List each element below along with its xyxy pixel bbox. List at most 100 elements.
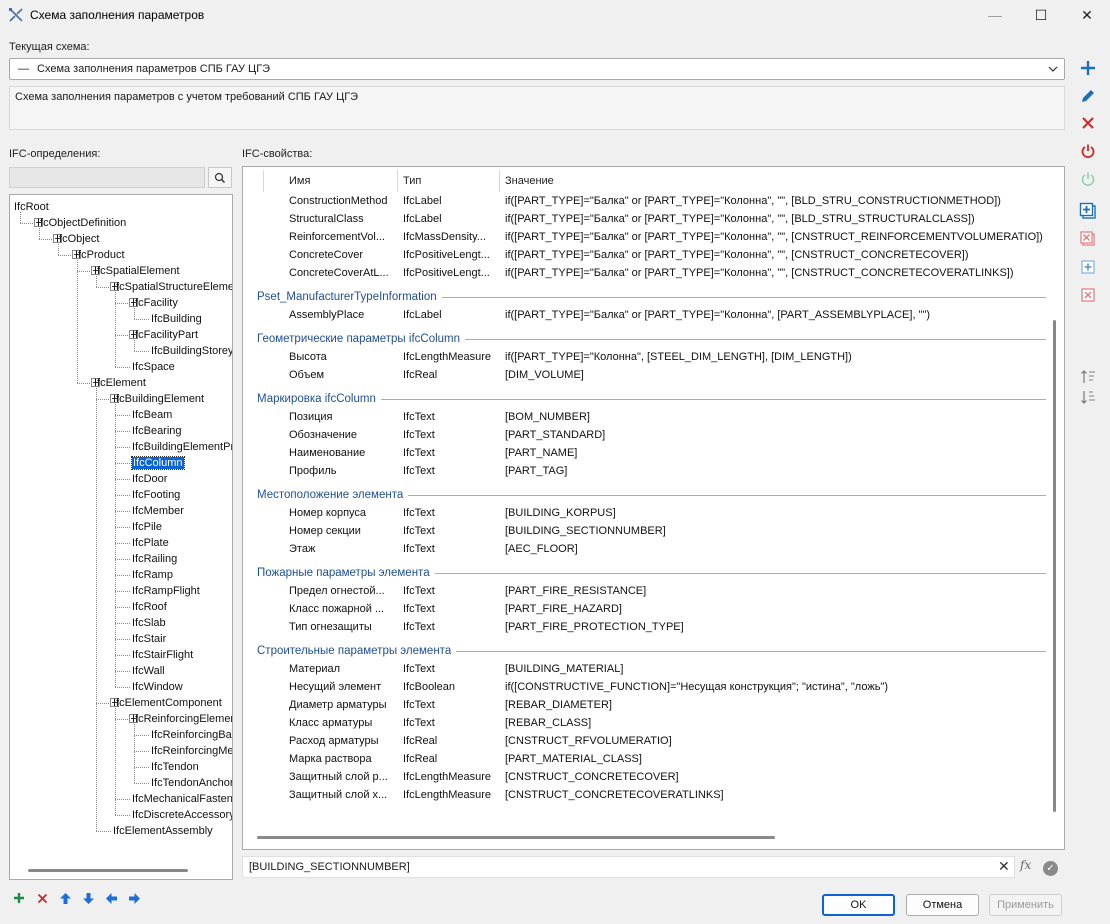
tree-node-ifcbuildingelementproxy[interactable]: IfcBuildingElementProxy — [132, 439, 232, 455]
tree-node-ifcbuildingelement[interactable]: IfcBuildingElement — [113, 391, 204, 407]
property-row[interactable]: Наименование IfcText [PART_NAME] — [243, 444, 1053, 462]
property-row[interactable]: ReinforcementVol... IfcMassDensity... if([… — [243, 228, 1053, 246]
maximize-button[interactable]: ☐ — [1018, 0, 1064, 30]
property-row[interactable]: ConstructionMethod IfcLabel if([PART_TYPE]… — [243, 192, 1053, 210]
move-down-button[interactable] — [80, 890, 96, 906]
sort-descending-button[interactable] — [1077, 386, 1099, 408]
tree-node-ifcfooting[interactable]: IfcFooting — [132, 487, 180, 503]
property-row[interactable]: Номер корпуса IfcText [BUILDING_KORPUS] — [243, 504, 1053, 522]
add-scheme-button[interactable] — [1077, 57, 1099, 79]
tree-node-ifcreinforcingbar[interactable]: IfcReinforcingBar — [151, 727, 232, 743]
close-button[interactable]: ✕ — [1064, 0, 1110, 30]
add-group-button[interactable] — [1077, 200, 1099, 222]
tree-node-ifcslab[interactable]: IfcSlab — [132, 615, 166, 631]
tree-node-ifcramp[interactable]: IfcRamp — [132, 567, 173, 583]
property-group-title[interactable]: Местоположение элемента — [257, 486, 403, 504]
column-header-type[interactable]: Тип — [403, 171, 421, 191]
property-row[interactable]: Защитный слой р... IfcLengthMeasure [CNSTR… — [243, 768, 1053, 786]
scheme-description[interactable]: Схема заполнения параметров с учетом тре… — [9, 86, 1065, 130]
property-row[interactable]: Номер секции IfcText [BUILDING_SECTIONNUMB… — [243, 522, 1053, 540]
move-right-button[interactable] — [126, 890, 142, 906]
properties-horizontal-scrollbar[interactable] — [257, 836, 775, 839]
tree-node-ifcwindow[interactable]: IfcWindow — [132, 679, 183, 695]
check-icon[interactable]: ✓ — [1043, 861, 1058, 876]
tree-node-ifcelementcomponent[interactable]: IfcElementComponent — [113, 695, 222, 711]
add-definition-button[interactable] — [11, 890, 27, 906]
tree-node-ifcwall[interactable]: IfcWall — [132, 663, 165, 679]
property-row[interactable]: Защитный слой х... IfcLengthMeasure [CNSTR… — [243, 786, 1053, 804]
column-header-value[interactable]: Значение — [505, 171, 554, 191]
cancel-button[interactable]: Отмена — [906, 894, 979, 916]
value-expression-input[interactable]: [BUILDING_SECTIONNUMBER] — [242, 856, 1015, 878]
tree-node-ifcplate[interactable]: IfcPlate — [132, 535, 169, 551]
property-row[interactable]: StructuralClass IfcLabel if([PART_TYPE]="Б… — [243, 210, 1053, 228]
tree-node-ifctendon[interactable]: IfcTendon — [151, 759, 199, 775]
ifc-definitions-tree[interactable]: IfcRoot IfcObjectDefinition IfcObject IfcPr… — [9, 194, 233, 880]
apply-button[interactable]: Применить — [989, 894, 1062, 916]
property-row[interactable]: Тип огнезащиты IfcText [PART_FIRE_PROTECTI… — [243, 618, 1053, 636]
tree-node-ifcproduct[interactable]: IfcProduct — [75, 247, 125, 263]
remove-definition-button[interactable] — [34, 890, 50, 906]
move-left-button[interactable] — [103, 890, 119, 906]
tree-node-ifcobjectdefinition[interactable]: IfcObjectDefinition — [37, 215, 126, 231]
property-group-title[interactable]: Геометрические параметры ifcColumn — [257, 330, 460, 348]
properties-vertical-scrollbar[interactable] — [1053, 320, 1056, 812]
tree-node-ifcbuildingstorey[interactable]: IfcBuildingStorey — [151, 343, 232, 359]
property-group-title[interactable]: Строительные параметры элемента — [257, 642, 451, 660]
ok-button[interactable]: OK — [822, 894, 895, 916]
property-row[interactable]: ConcreteCoverAtL... IfcPositiveLengt... if… — [243, 264, 1053, 282]
tree-node-ifcspace[interactable]: IfcSpace — [132, 359, 175, 375]
column-header-name[interactable]: Имя — [289, 171, 310, 191]
property-row[interactable]: Этаж IfcText [AEC_FLOOR] — [243, 540, 1053, 558]
property-group-title[interactable]: Пожарные параметры элемента — [257, 564, 430, 582]
tree-node-ifcreinforcingmesh[interactable]: IfcReinforcingMesh — [151, 743, 232, 759]
power-off-button[interactable] — [1077, 140, 1099, 162]
property-row[interactable]: Диаметр арматуры IfcText [REBAR_DIAMETER] — [243, 696, 1053, 714]
tree-node-ifcbearing[interactable]: IfcBearing — [132, 423, 182, 439]
delete-scheme-button[interactable] — [1077, 112, 1099, 134]
property-row[interactable]: Объем IfcReal [DIM_VOLUME] — [243, 366, 1053, 384]
property-row[interactable]: ConcreteCover IfcPositiveLengt... if([PART… — [243, 246, 1053, 264]
minimize-button[interactable]: — — [972, 0, 1018, 30]
add-property-button[interactable] — [1077, 256, 1099, 278]
tree-node-ifcbuilding[interactable]: IfcBuilding — [151, 311, 202, 327]
scheme-combo[interactable]: — Схема заполнения параметров СПБ ГАУ ЦГ… — [9, 58, 1065, 80]
property-row[interactable]: AssemblyPlace IfcLabel if([PART_TYPE]="Бал… — [243, 306, 1053, 324]
tree-node-ifctendonanchor[interactable]: IfcTendonAnchor — [151, 775, 232, 791]
clear-value-icon[interactable]: ✕ — [998, 858, 1012, 874]
property-group-title[interactable]: Маркировка ifcColumn — [257, 390, 376, 408]
tree-node-ifcspatialelement[interactable]: IfcSpatialElement — [94, 263, 180, 279]
tree-node-ifcdiscreteaccessory[interactable]: IfcDiscreteAccessory — [132, 807, 232, 823]
property-row[interactable]: Материал IfcText [BUILDING_MATERIAL] — [243, 660, 1053, 678]
tree-node-ifcmechanicalfastener[interactable]: IfcMechanicalFastener — [132, 791, 232, 807]
tree-node-ifcfacilitypart[interactable]: IfcFacilityPart — [132, 327, 198, 343]
power-on-button[interactable] — [1077, 168, 1099, 190]
edit-scheme-button[interactable] — [1077, 85, 1099, 107]
tree-node-ifcpile[interactable]: IfcPile — [132, 519, 162, 535]
property-row[interactable]: Класс пожарной ... IfcText [PART_FIRE_HAZA… — [243, 600, 1053, 618]
property-row[interactable]: Несущий элемент IfcBoolean if([CONSTRUCTIV… — [243, 678, 1053, 696]
property-row[interactable]: Расход арматуры IfcReal [CNSTRUCT_RFVOLUME… — [243, 732, 1053, 750]
tree-node-ifcstair[interactable]: IfcStair — [132, 631, 166, 647]
property-row[interactable]: Класс арматуры IfcText [REBAR_CLASS] — [243, 714, 1053, 732]
sort-ascending-button[interactable] — [1077, 366, 1099, 388]
ifc-properties-grid[interactable]: Имя Тип Значение ConstructionMethod IfcLa… — [242, 166, 1065, 850]
tree-node-ifcmember[interactable]: IfcMember — [132, 503, 184, 519]
tree-node-ifcdoor[interactable]: IfcDoor — [132, 471, 167, 487]
tree-node-ifcfacility[interactable]: IfcFacility — [132, 295, 178, 311]
property-group-title[interactable]: Pset_ManufacturerTypeInformation — [257, 288, 437, 306]
property-row[interactable]: Марка раствора IfcReal [PART_MATERIAL_CLAS… — [243, 750, 1053, 768]
tree-node-ifcroof[interactable]: IfcRoof — [132, 599, 167, 615]
property-row[interactable]: Высота IfcLengthMeasure if([PART_TYPE]="Ко… — [243, 348, 1053, 366]
tree-node-ifcrampflight[interactable]: IfcRampFlight — [132, 583, 200, 599]
tree-horizontal-scrollbar[interactable] — [28, 869, 188, 872]
tree-node-ifcelementassembly[interactable]: IfcElementAssembly — [113, 823, 213, 839]
delete-property-button[interactable] — [1077, 284, 1099, 306]
tree-node-ifcbeam[interactable]: IfcBeam — [132, 407, 172, 423]
tree-search-input[interactable] — [9, 167, 205, 188]
property-row[interactable]: Предел огнестой... IfcText [PART_FIRE_RESI… — [243, 582, 1053, 600]
tree-node-ifcstairflight[interactable]: IfcStairFlight — [132, 647, 193, 663]
property-row[interactable]: Профиль IfcText [PART_TAG] — [243, 462, 1053, 480]
property-row[interactable]: Позиция IfcText [BOM_NUMBER] — [243, 408, 1053, 426]
tree-node-ifcobject[interactable]: IfcObject — [56, 231, 99, 247]
